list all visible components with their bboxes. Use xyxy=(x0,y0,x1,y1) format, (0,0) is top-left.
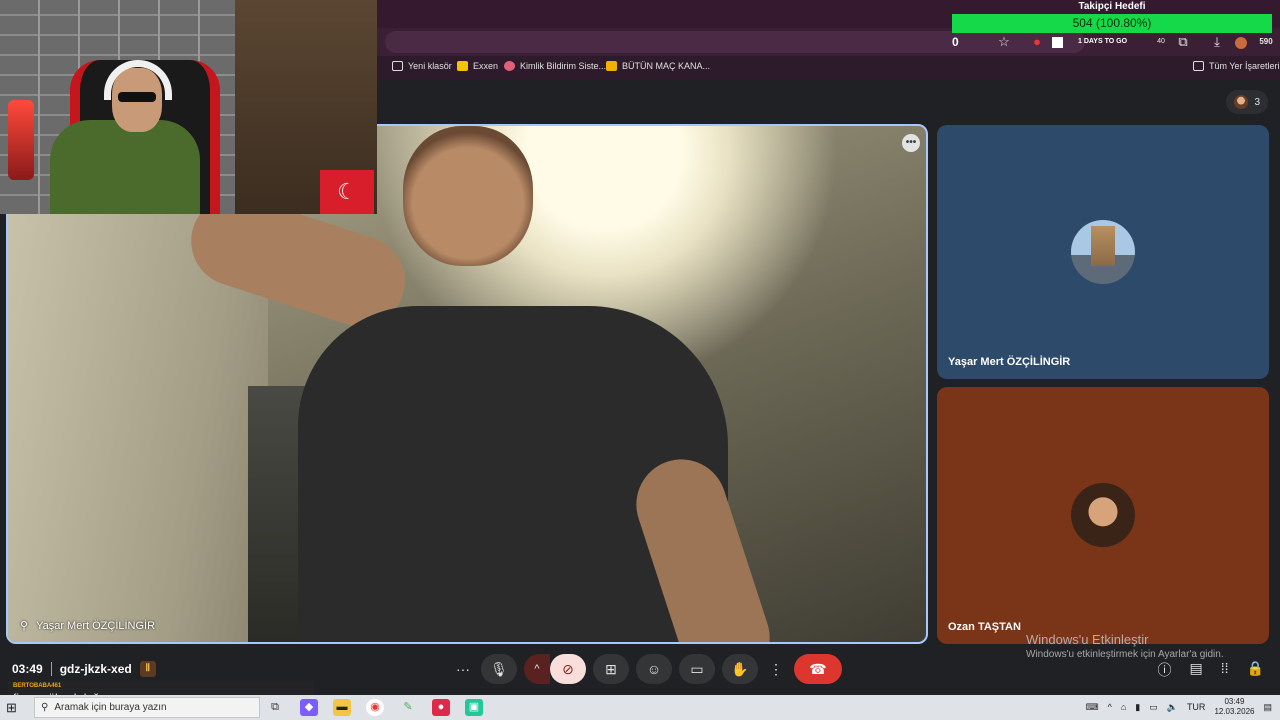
jp-icon xyxy=(606,61,617,71)
download-icon[interactable]: ⤓ xyxy=(1208,33,1226,51)
streaming-app-icon[interactable]: ▣ xyxy=(465,699,483,716)
chat-username: BERTOBABA461 xyxy=(13,683,62,689)
participant-name: Ozan TAŞTAN xyxy=(948,621,1021,633)
folder-icon xyxy=(1193,61,1204,71)
divider xyxy=(50,662,52,676)
mic-button[interactable]: 🎙 xyxy=(481,654,517,684)
file-explorer-icon[interactable]: ▬ xyxy=(333,699,351,716)
record-extension-icon[interactable]: ● xyxy=(1028,33,1046,51)
chrome-icon[interactable]: ◉ xyxy=(366,699,384,716)
goal-title: Takipçi Hedefi xyxy=(1078,1,1146,12)
goal-progress-text: 504 (100.80%) xyxy=(1072,16,1152,30)
participant-name: Yaşar Mert ÖZÇİLİNGİR xyxy=(948,356,1071,368)
meeting-code: gdz-jkzk-xed xyxy=(59,662,132,676)
keyboard-icon[interactable]: ⌨ xyxy=(1086,702,1099,713)
extension-icon[interactable] xyxy=(1052,37,1063,48)
address-bar[interactable] xyxy=(385,31,1085,53)
bookmark-item[interactable]: Exxen xyxy=(457,61,498,71)
language-indicator[interactable]: TUR xyxy=(1187,702,1206,712)
screen: ☆ ● 1 DAYS TO GO 40 ⧉ ⤓ 590 Takipçi Hede… xyxy=(0,0,1280,720)
windows-taskbar: ⊞ ⚲ Aramak için buraya yazın ⧉ ◆ ▬ ◉ ✎ ●… xyxy=(0,695,1280,720)
more-effects-button[interactable]: ··· xyxy=(452,654,474,684)
participant-avatar xyxy=(1071,483,1135,547)
meeting-time: 03:49 xyxy=(12,662,43,676)
info-icon[interactable]: ⓘ xyxy=(1158,660,1172,680)
taskbar-search[interactable]: ⚲ Aramak için buraya yazın xyxy=(34,697,260,718)
meet-side-controls: ⓘ ▤ ⁞⁞ 🔒 xyxy=(1158,660,1264,680)
bookmark-item[interactable]: Yeni klasör xyxy=(392,61,452,71)
meeting-info: 03:49 gdz-jkzk-xed Ⅱ xyxy=(12,661,156,677)
host-badge-icon[interactable]: Ⅱ xyxy=(139,661,156,677)
search-icon: ⚲ xyxy=(41,702,49,713)
windows-activation-watermark: Windows'u Etkinleştir Windows'u etkinleş… xyxy=(1026,632,1224,660)
display-icon[interactable]: ▭ xyxy=(1149,702,1158,713)
mic-tray-icon[interactable]: ▮ xyxy=(1135,702,1140,713)
participant-avatar-icon xyxy=(1234,95,1249,109)
puzzle-icon[interactable]: ⧉ xyxy=(1174,33,1192,51)
extension-count-badge[interactable]: 40 xyxy=(1152,33,1170,51)
profile-count: 590 xyxy=(1259,37,1273,46)
tile-options-icon[interactable]: ••• xyxy=(902,134,920,152)
folder-icon xyxy=(392,61,403,71)
more-options-button[interactable]: ⋮ xyxy=(765,654,787,684)
link-icon xyxy=(504,61,515,71)
raise-hand-button[interactable]: ✋ xyxy=(722,654,758,684)
watermark-subtitle: Windows'u etkinleştirmek için Ayarlar'a … xyxy=(1026,649,1224,660)
participants-chip[interactable]: 3 xyxy=(1226,90,1268,114)
activities-icon[interactable]: ⁞⁞ xyxy=(1221,660,1229,680)
participant-count: 3 xyxy=(1254,96,1260,108)
recording-app-icon[interactable]: ● xyxy=(432,699,450,716)
profile-avatar[interactable] xyxy=(1232,33,1250,51)
bookmark-item[interactable]: Kimlik Bildirim Siste... xyxy=(504,61,606,71)
days-to-go-badge[interactable]: 1 DAYS TO GO xyxy=(1078,33,1140,51)
present-screen-button[interactable]: ⊞ xyxy=(593,654,629,684)
main-tile-name: ⚲ Yaşar Mert ÖZÇİLİNGİR xyxy=(20,619,156,633)
watermark-title: Windows'u Etkinleştir xyxy=(1026,632,1149,647)
pin-icon: ⚲ xyxy=(20,620,29,632)
all-bookmarks[interactable]: Tüm Yer İşaretleri xyxy=(1193,61,1280,71)
star-icon[interactable]: ☆ xyxy=(995,33,1013,51)
leave-call-button[interactable]: ☎ xyxy=(794,654,842,684)
follower-goal-widget: Takipçi Hedefi 504 (100.80%) xyxy=(952,0,1272,34)
webcam-person-body xyxy=(50,120,200,214)
reactions-button[interactable]: ☺ xyxy=(636,654,672,684)
turkish-flag-icon: ☾ xyxy=(320,170,374,214)
streamer-webcam-overlay: ☾ xyxy=(0,0,377,214)
host-controls-icon[interactable]: 🔒 xyxy=(1247,660,1264,680)
tray-chevron-icon[interactable]: ^ xyxy=(1108,702,1112,712)
microphone-icon xyxy=(8,100,34,180)
video-person-head xyxy=(403,126,533,266)
chat-icon[interactable]: ▤ xyxy=(1190,660,1203,680)
taskbar-clock[interactable]: 03:49 12.03.2026 xyxy=(1214,697,1254,717)
goal-progress-bar: 504 (100.80%) xyxy=(952,14,1272,33)
volume-icon[interactable]: 🔈 xyxy=(1167,702,1178,713)
participant-tile[interactable]: Yaşar Mert ÖZÇİLİNGİR xyxy=(937,125,1269,379)
windows-start-icon[interactable]: ⊞ xyxy=(6,700,17,716)
goal-counter: 0 xyxy=(952,35,959,49)
app-icon[interactable]: ✎ xyxy=(399,699,417,716)
clock-time: 03:49 xyxy=(1224,697,1245,706)
system-tray: ⌨ ^ ⌂ ▮ ▭ 🔈 TUR 03:49 12.03.2026 ▤ xyxy=(1086,697,1272,717)
call-controls: ··· 🎙 ^ ⊘ ⊞ ☺ ▭ ✋ ⋮ ☎ xyxy=(452,654,842,684)
participant-avatar xyxy=(1071,220,1135,284)
captions-button[interactable]: ▭ xyxy=(679,654,715,684)
camera-off-button[interactable]: ⊘ xyxy=(550,654,586,684)
notifications-icon[interactable]: ▤ xyxy=(1263,702,1272,713)
clock-date: 12.03.2026 xyxy=(1214,707,1255,716)
participant-tile[interactable]: Ozan TAŞTAN xyxy=(937,387,1269,644)
task-view-icon[interactable]: ⧉ xyxy=(266,699,284,716)
copilot-icon[interactable]: ◆ xyxy=(300,699,318,716)
exxen-icon xyxy=(457,61,468,71)
search-placeholder: Aramak için buraya yazın xyxy=(54,702,167,713)
camera-options-caret[interactable]: ^ xyxy=(524,654,550,684)
bookmark-item[interactable]: BÜTÜN MAÇ KANA... xyxy=(606,61,710,71)
network-icon[interactable]: ⌂ xyxy=(1121,702,1126,712)
